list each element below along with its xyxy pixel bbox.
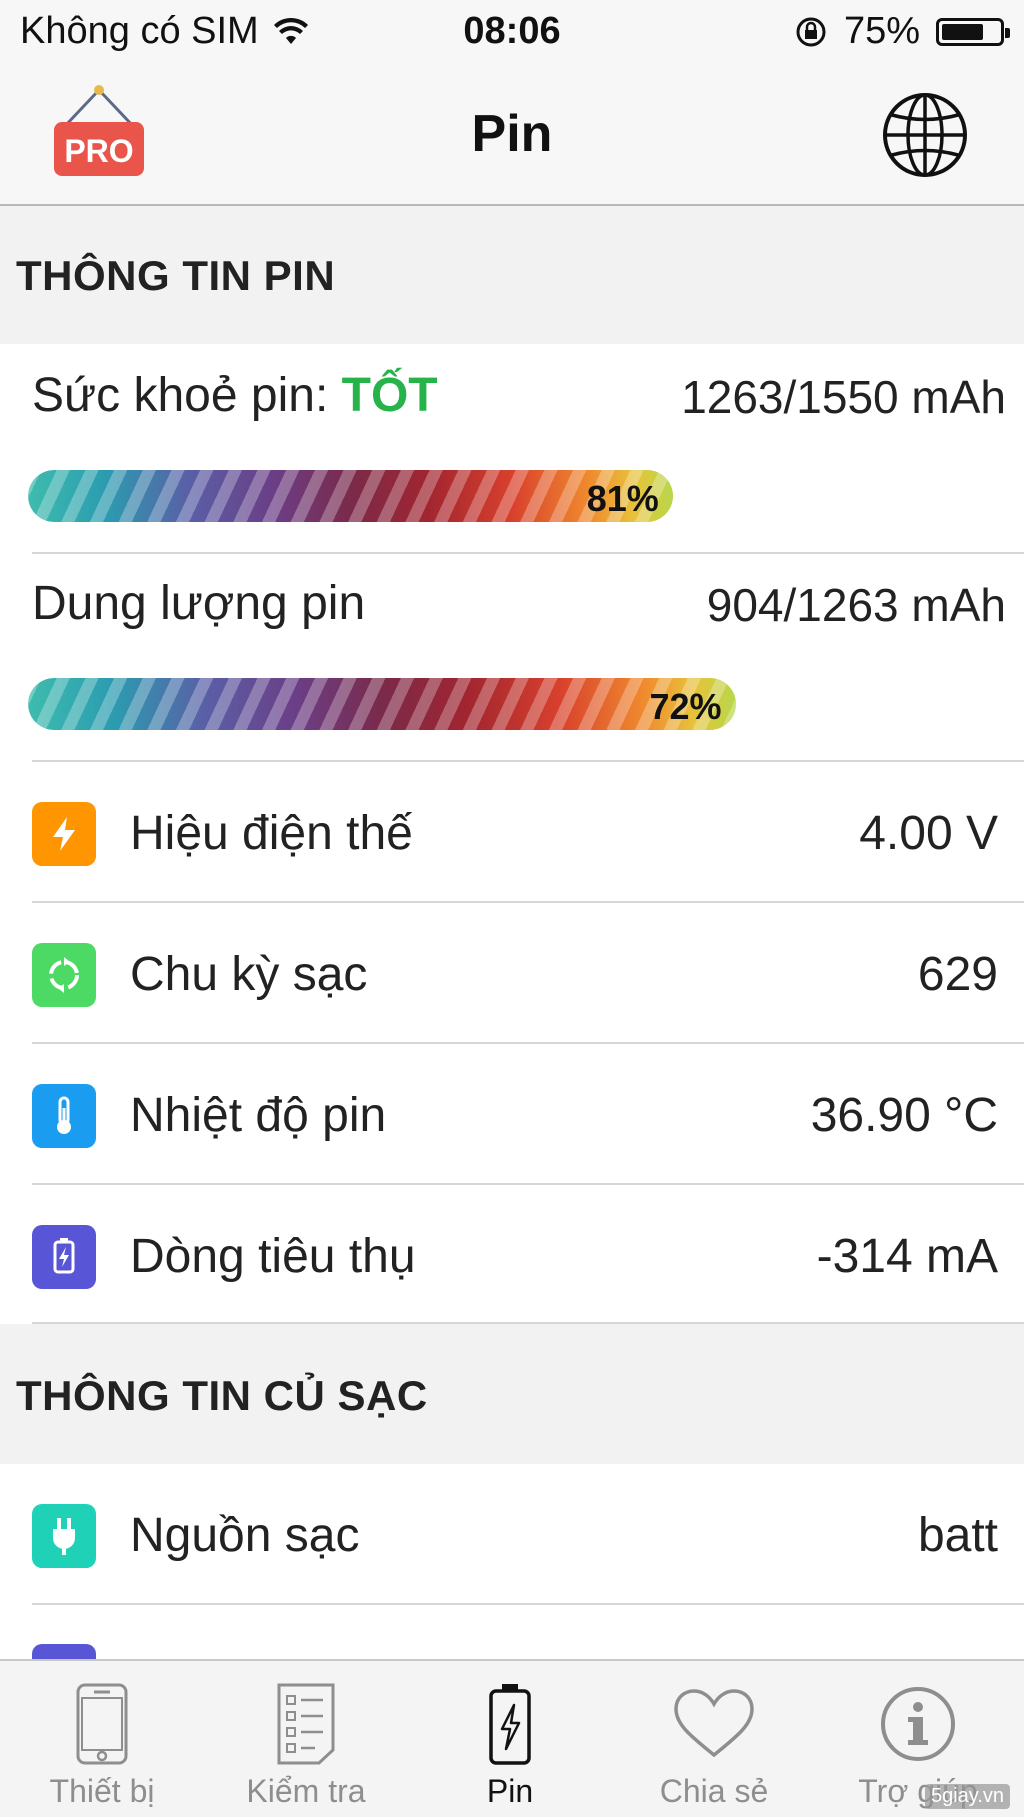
status-right: 75%: [794, 10, 1010, 53]
health-progress-fill: 81%: [28, 470, 673, 522]
temperature-value: 36.90 °C: [810, 1089, 998, 1142]
health-progress-bar: 81%: [28, 470, 824, 522]
health-percent-label: 81%: [586, 478, 659, 519]
capacity-label: Dung lượng pin: [32, 577, 366, 630]
charger-info-panel: Nguồn sạc batt: [0, 1464, 1024, 1708]
tab-share[interactable]: Chia sẻ: [612, 1661, 816, 1819]
capacity-progress-fill: 72%: [28, 678, 736, 730]
temperature-label: Nhiệt độ pin: [130, 1089, 387, 1142]
divider: [32, 552, 1024, 554]
charger-section-title: THÔNG TIN CỦ SẠC: [16, 1372, 428, 1419]
tab-bar: Thiết bị Kiểm tra Pin Chia sẻ Trợ giúp 5…: [0, 1659, 1024, 1817]
charger-section-header: THÔNG TIN CỦ SẠC: [0, 1324, 1024, 1464]
health-value: 1263/1550 mAh: [681, 371, 1006, 423]
plug-icon: [32, 1504, 96, 1568]
bolt-icon: [32, 802, 96, 866]
status-bar: Không có SIM 08:06 75%: [0, 0, 1024, 66]
cycle-icon: [32, 943, 96, 1007]
health-status: TỐT: [341, 369, 438, 422]
battery-charge-icon: [32, 1225, 96, 1289]
info-row-temperature[interactable]: Nhiệt độ pin 36.90 °C: [0, 1044, 1024, 1184]
divider: [32, 1603, 1024, 1605]
rotation-lock-icon: [796, 17, 826, 46]
health-label: Sức khoẻ pin:: [32, 369, 329, 422]
voltage-value: 4.00 V: [859, 807, 998, 860]
tab-check[interactable]: Kiểm tra: [204, 1661, 408, 1819]
tab-device-label: Thiết bị: [49, 1773, 155, 1809]
battery-icon: [936, 17, 1010, 46]
battery-section-header: THÔNG TIN PIN: [0, 206, 1024, 344]
heart-icon: [669, 1679, 759, 1769]
capacity-progress-bar: 72%: [28, 678, 824, 730]
info-icon: [873, 1679, 963, 1769]
navigation-bar: PRO Pin: [0, 66, 1024, 206]
page-title: Pin: [471, 105, 553, 163]
info-row-voltage[interactable]: Hiệu điện thế 4.00 V: [0, 762, 1024, 902]
battery-section-title: THÔNG TIN PIN: [16, 252, 336, 299]
battery-info-panel: Sức khoẻ pin: TỐT 1263/1550 mAh 81% Dung…: [0, 344, 1024, 1324]
charge-source-label: Nguồn sạc: [130, 1509, 360, 1562]
health-label-group: Sức khoẻ pin: TỐT: [32, 368, 438, 423]
info-row-cycle[interactable]: Chu kỳ sạc 629: [0, 903, 1024, 1043]
info-row-charge-source[interactable]: Nguồn sạc batt: [0, 1464, 1024, 1604]
thermometer-icon: [32, 1084, 96, 1148]
tab-battery[interactable]: Pin: [408, 1661, 612, 1819]
current-label: Dòng tiêu thụ: [130, 1230, 416, 1283]
charge-source-value: batt: [917, 1509, 998, 1562]
info-row-current[interactable]: Dòng tiêu thụ -314 mA: [0, 1185, 1024, 1325]
battery-tab-icon: [465, 1679, 555, 1769]
current-value: -314 mA: [816, 1230, 998, 1283]
tab-device[interactable]: Thiết bị: [0, 1661, 204, 1819]
cycle-label: Chu kỳ sạc: [130, 948, 368, 1001]
phone-icon: [57, 1679, 147, 1769]
capacity-percent-label: 72%: [649, 686, 722, 727]
tab-check-label: Kiểm tra: [246, 1773, 366, 1809]
cycle-value: 629: [917, 948, 998, 1001]
voltage-label: Hiệu điện thế: [130, 807, 413, 860]
capacity-value: 904/1263 mAh: [706, 579, 1006, 631]
globe-icon[interactable]: [882, 92, 968, 178]
tab-battery-label: Pin: [486, 1773, 534, 1809]
watermark: 5giay.vn: [924, 1784, 1010, 1809]
checklist-icon: [261, 1679, 351, 1769]
tab-share-label: Chia sẻ: [659, 1773, 769, 1809]
battery-percent: 75%: [843, 10, 920, 52]
